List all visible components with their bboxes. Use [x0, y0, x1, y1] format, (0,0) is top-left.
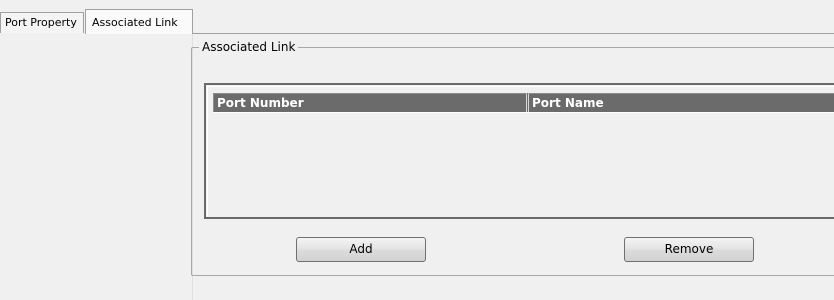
remove-button[interactable]: Remove	[624, 237, 754, 262]
add-button[interactable]: Add	[296, 237, 426, 262]
tab-port-property[interactable]: Port Property	[0, 12, 84, 33]
tab-associated-link-label: Associated Link	[92, 16, 178, 29]
table-body[interactable]	[213, 113, 834, 213]
table-header-row: Port Number Port Name	[213, 93, 834, 113]
column-header-port-number[interactable]: Port Number	[213, 93, 527, 112]
tab-strip: Port Property Associated Link	[0, 0, 834, 34]
tab-associated-link[interactable]: Associated Link	[85, 9, 193, 34]
tab-divider-line	[192, 33, 834, 34]
column-header-port-name[interactable]: Port Name	[528, 93, 834, 112]
associated-link-panel: Port Property Associated Link Associated…	[0, 0, 834, 300]
tab-port-property-label: Port Property	[5, 16, 77, 29]
associated-link-table[interactable]: Port Number Port Name	[204, 83, 834, 219]
groupbox-title: Associated Link	[199, 40, 299, 54]
